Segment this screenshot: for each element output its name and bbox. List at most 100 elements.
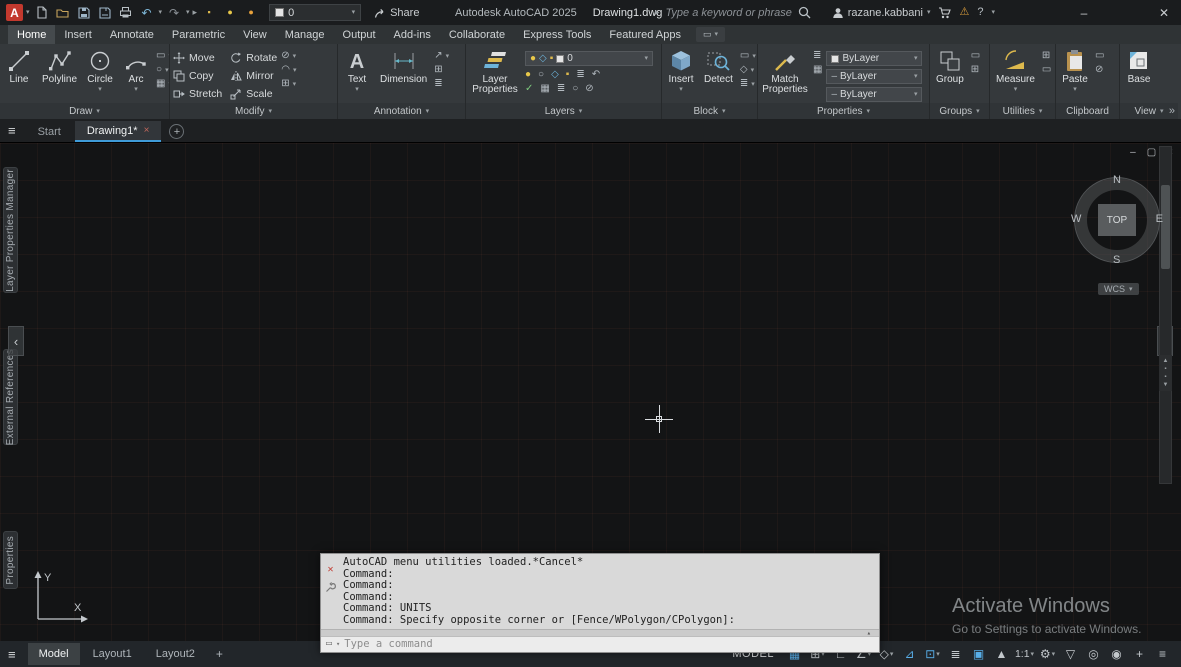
- command-resize-handle[interactable]: ▴: [321, 628, 879, 637]
- quick-layer-caret-icon[interactable]: ▾: [352, 9, 356, 16]
- properties-panel-label[interactable]: Properties ▾: [758, 103, 929, 119]
- search-expand-icon[interactable]: ▸: [655, 8, 660, 17]
- array-tool-icon[interactable]: ⊞: [281, 79, 289, 89]
- rotate-button[interactable]: Rotate: [230, 52, 277, 64]
- annotation-panel-label[interactable]: Annotation ▾: [338, 103, 465, 119]
- palette-expand-left-button[interactable]: ‹: [8, 326, 24, 356]
- hatch-tool-icon[interactable]: ▦: [156, 79, 165, 89]
- tab-add-ins[interactable]: Add-ins: [385, 25, 440, 44]
- table-tool-icon[interactable]: ⊞: [434, 65, 442, 75]
- new-file-icon[interactable]: [33, 4, 51, 22]
- text-caret-icon[interactable]: ▾: [355, 86, 359, 93]
- help-caret-icon[interactable]: ▾: [991, 9, 995, 16]
- ribbon-options-button[interactable]: ▭ ▾: [695, 27, 725, 42]
- plot-icon[interactable]: [117, 4, 135, 22]
- redo-icon[interactable]: ↷: [165, 4, 183, 22]
- scale-button[interactable]: Scale: [230, 88, 277, 100]
- viewcube-north[interactable]: N: [1113, 174, 1121, 186]
- circle-caret-icon[interactable]: ▾: [98, 86, 102, 93]
- quick-layer-select[interactable]: 0 ▾: [269, 4, 362, 21]
- ellipse-tool-icon[interactable]: ○: [156, 65, 162, 75]
- save-as-icon[interactable]: [96, 4, 114, 22]
- autocad-logo-icon[interactable]: A: [6, 4, 23, 21]
- redo-caret-icon[interactable]: ▾: [186, 9, 190, 16]
- stretch-button[interactable]: Stretch: [173, 88, 222, 100]
- clipboard-panel-label[interactable]: Clipboard: [1056, 103, 1119, 119]
- save-icon[interactable]: [75, 4, 93, 22]
- notification-icon[interactable]: ⚠: [959, 7, 969, 18]
- match-properties-button[interactable]: Match Properties: [761, 47, 809, 103]
- viewcube-top-face[interactable]: TOP: [1098, 204, 1136, 236]
- properties-palette-tab[interactable]: Properties: [3, 531, 18, 589]
- command-input-row[interactable]: ▭ ▾: [321, 635, 879, 652]
- mirror-button[interactable]: Mirror: [230, 70, 277, 82]
- paste-button[interactable]: Paste ▾: [1059, 47, 1091, 103]
- fillet-tool-icon[interactable]: ◠: [281, 65, 290, 75]
- add-status-icon[interactable]: +: [1129, 644, 1150, 664]
- layer-color-icon[interactable]: ●: [242, 4, 260, 22]
- close-button[interactable]: ✕: [1153, 6, 1175, 20]
- text-button[interactable]: A Text ▾: [341, 47, 373, 103]
- selection-filtering-icon[interactable]: ▽: [1060, 644, 1081, 664]
- lineweight-display-icon[interactable]: ≣: [945, 644, 966, 664]
- arc-button[interactable]: Arc ▾: [120, 47, 152, 103]
- isolate-objects-icon[interactable]: ◉: [1106, 644, 1127, 664]
- layer-properties-manager-palette-tab[interactable]: Layer Properties Manager: [3, 167, 18, 293]
- create-block-caret-icon[interactable]: ▾: [752, 53, 756, 60]
- file-tabs-menu-icon[interactable]: ≡: [8, 123, 16, 138]
- copy-button[interactable]: Copy: [173, 70, 222, 82]
- layer-merge-icon[interactable]: ⊘: [585, 84, 593, 94]
- ribbon-overflow-chevron[interactable]: »: [1169, 105, 1175, 117]
- layer-on-icon[interactable]: ●: [221, 4, 239, 22]
- block-attributes-caret-icon[interactable]: ▾: [751, 81, 755, 88]
- insert-button[interactable]: Insert ▾: [665, 47, 697, 103]
- command-options-caret-icon[interactable]: ▾: [336, 640, 340, 648]
- layer-off-icon[interactable]: ●: [525, 70, 531, 80]
- object-color-caret-icon[interactable]: ▾: [914, 55, 918, 62]
- open-file-icon[interactable]: [54, 4, 72, 22]
- scroll-down-icon[interactable]: ▼: [1163, 382, 1169, 388]
- group-button[interactable]: Group: [933, 47, 967, 103]
- rectangle-tool-icon[interactable]: ▭: [156, 51, 165, 61]
- viewcube-east[interactable]: E: [1156, 213, 1163, 225]
- command-close-icon[interactable]: ✕: [327, 565, 333, 575]
- drawing1-tab[interactable]: Drawing1* ×: [74, 121, 162, 142]
- tab-parametric[interactable]: Parametric: [163, 25, 234, 44]
- layout2-tab[interactable]: Layout2: [145, 643, 206, 665]
- viewcube-west[interactable]: W: [1071, 213, 1081, 225]
- tab-express-tools[interactable]: Express Tools: [514, 25, 600, 44]
- tab-featured-apps[interactable]: Featured Apps: [600, 25, 690, 44]
- user-account-button[interactable]: razane.kabbani ▾: [832, 7, 930, 19]
- paste-caret-icon[interactable]: ▾: [1073, 86, 1077, 93]
- block-panel-label[interactable]: Block ▾: [662, 103, 757, 119]
- app-menu-caret-icon[interactable]: ▾: [26, 9, 30, 16]
- block-attributes-icon[interactable]: ≣: [740, 79, 748, 89]
- edit-block-caret-icon[interactable]: ▾: [751, 67, 755, 74]
- fillet-caret-icon[interactable]: ▾: [293, 67, 297, 74]
- layer-select[interactable]: ● ◇ ▪ 0 ▾: [525, 51, 653, 66]
- linetype-caret-icon[interactable]: ▾: [914, 91, 918, 98]
- tab-collaborate[interactable]: Collaborate: [440, 25, 514, 44]
- selection-cycling-icon[interactable]: ▣: [968, 644, 989, 664]
- insert-caret-icon[interactable]: ▾: [679, 86, 683, 93]
- cart-icon[interactable]: [938, 6, 952, 19]
- array-caret-icon[interactable]: ▾: [293, 81, 297, 88]
- line-button[interactable]: Line: [3, 47, 35, 103]
- copy-clip-icon[interactable]: ▭: [1095, 51, 1104, 61]
- arc-caret-icon[interactable]: ▾: [134, 86, 138, 93]
- linetype-select[interactable]: – ByLayer ▾: [826, 87, 923, 102]
- annotation-visibility-icon[interactable]: ▲: [991, 644, 1012, 664]
- transparency-icon[interactable]: ▦: [813, 65, 822, 75]
- annotation-more-icon[interactable]: ≣: [434, 79, 442, 89]
- layer-previous-icon[interactable]: ↶: [592, 70, 600, 80]
- measure-caret-icon[interactable]: ▾: [1014, 86, 1018, 93]
- drawing-canvas[interactable]: – ▢ × Layer Properties Manager External …: [0, 142, 1181, 653]
- trim-tool-icon[interactable]: ⊘: [281, 51, 289, 61]
- customize-icon[interactable]: ≡: [1152, 644, 1173, 664]
- wcs-menu[interactable]: WCS ▾: [1098, 283, 1139, 295]
- object-color-select[interactable]: ByLayer ▾: [826, 51, 923, 66]
- tab-manage[interactable]: Manage: [276, 25, 334, 44]
- tab-close-icon[interactable]: ×: [144, 125, 150, 136]
- share-button[interactable]: Share: [374, 7, 419, 19]
- utilities-panel-label[interactable]: Utilities ▾: [990, 103, 1055, 119]
